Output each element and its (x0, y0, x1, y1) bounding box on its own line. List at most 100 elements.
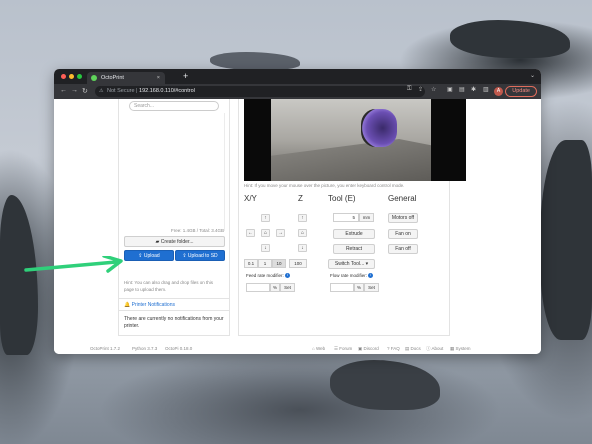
share-icon[interactable]: ⇪ (418, 86, 423, 93)
info-icon[interactable]: i (368, 273, 374, 279)
footer-link-forum[interactable]: ☰ Forum (334, 346, 352, 352)
info-icon[interactable]: i (285, 273, 291, 279)
octoprint-favicon-icon (91, 75, 97, 81)
feed-rate-label: Feed rate modifier: i (246, 273, 291, 279)
url-separator: | (136, 88, 138, 94)
jog-x-plus-button[interactable]: → (276, 229, 285, 237)
footer-link-faq[interactable]: ? FAQ (387, 346, 400, 351)
url-security-label: Not Secure (107, 88, 135, 94)
key-icon[interactable]: ⚿ (407, 86, 412, 93)
fan-off-button[interactable]: Fan off (388, 244, 418, 254)
flow-rate-input[interactable] (330, 283, 354, 292)
bell-icon: 🔔 (124, 302, 132, 308)
footer-link-about[interactable]: ⓘ About (426, 346, 443, 352)
tab-search-chevron-icon[interactable]: ⌄ (530, 72, 535, 79)
back-icon[interactable]: ← (60, 87, 67, 94)
star-icon[interactable]: ☆ (431, 86, 436, 93)
extension-icon[interactable]: ▤ (459, 86, 465, 93)
print-bed-image (271, 139, 431, 181)
upload-button[interactable]: ⇪ Upload (124, 250, 174, 261)
storage-free-total: Free: 1.4GB / Total: 3.4GB (171, 228, 224, 233)
profile-avatar[interactable]: A (494, 87, 503, 96)
feed-rate-set-button[interactable]: Set (280, 283, 295, 292)
create-folder-button[interactable]: ▰ Create folder... (124, 236, 225, 247)
control-panel: Hint: If you move your mouse over the pi… (238, 99, 466, 336)
browser-toolbar: ← → ↻ ⚠ Not Secure | 192.168.0.110/#cont… (54, 84, 541, 99)
extrude-amount-input[interactable]: 5 (333, 213, 359, 222)
jog-y-plus-button[interactable]: ↑ (261, 214, 270, 222)
octoprint-page: Search... Free: 1.4GB / Total: 3.4GB ▰ C… (54, 99, 541, 354)
update-button[interactable]: Update (505, 86, 537, 97)
background-rock (540, 140, 592, 340)
notifications-message: There are currently no notifications fro… (124, 316, 224, 329)
filament-spool-image (361, 109, 397, 147)
home-z-button[interactable]: ⌂ (298, 229, 307, 237)
motors-off-button[interactable]: Motors off (388, 213, 418, 223)
step-size-button[interactable]: 10 (272, 259, 286, 268)
background-rock (210, 52, 300, 70)
xy-title: X/Y (244, 194, 257, 203)
minimize-window-button[interactable] (69, 74, 74, 79)
step-size-button[interactable]: 0.1 (244, 259, 258, 268)
webcam-hint: Hint: If you move your mouse over the pi… (244, 183, 405, 188)
jog-y-minus-button[interactable]: ↓ (261, 244, 270, 252)
background-rock (330, 360, 440, 410)
jog-x-minus-button[interactable]: ← (246, 229, 255, 237)
warning-icon: ⚠ (99, 88, 104, 94)
switch-tool-label: Switch Tool... (334, 261, 365, 267)
percent-unit: % (270, 283, 280, 292)
tab-close-icon[interactable]: × (157, 72, 160, 84)
home-xy-button[interactable]: ⌂ (261, 229, 270, 237)
printer-notifications-header[interactable]: 🔔 Printer Notifications (119, 298, 230, 311)
octoprint-version: OctoPrint 1.7.2 (90, 346, 121, 351)
feed-rate-input[interactable] (246, 283, 270, 292)
maximize-window-button[interactable] (77, 74, 82, 79)
notifications-title: Printer Notifications (131, 302, 175, 308)
files-sidebar: Search... Free: 1.4GB / Total: 3.4GB ▰ C… (118, 99, 230, 336)
new-tab-button[interactable]: + (183, 71, 188, 81)
create-folder-label: Create folder... (160, 239, 194, 245)
browser-tab[interactable]: OctoPrint × (87, 72, 165, 84)
upload-label: Upload (143, 253, 160, 259)
fan-on-button[interactable]: Fan on (388, 229, 418, 239)
tab-bar: OctoPrint × + ⌄ (54, 69, 541, 84)
upload-to-sd-button[interactable]: ⇪ Upload to SD (175, 250, 225, 261)
puzzle-icon[interactable]: ✱ (471, 86, 476, 93)
webcam-image (271, 99, 431, 181)
flow-rate-label: Flow rate modifier: i (330, 273, 374, 279)
retract-button[interactable]: Retract (333, 244, 375, 254)
upload-hint: Hint: You can also drag and drop files o… (124, 280, 214, 292)
step-size-button[interactable]: 1 (258, 259, 272, 268)
tool-title: Tool (E) (328, 194, 356, 203)
browser-window: OctoPrint × + ⌄ ← → ↻ ⚠ Not Secure | 192… (54, 69, 541, 354)
reload-icon[interactable]: ↻ (82, 87, 88, 95)
jog-z-minus-button[interactable]: ↓ (298, 244, 307, 252)
general-title: General (388, 194, 417, 203)
z-title: Z (298, 194, 303, 203)
file-list[interactable] (123, 113, 225, 231)
flow-rate-set-button[interactable]: Set (364, 283, 379, 292)
footer-link-system[interactable]: ▦ System (450, 346, 471, 352)
address-bar[interactable]: ⚠ Not Secure | 192.168.0.110/#control (95, 86, 425, 97)
extrude-button[interactable]: Extrude (333, 229, 375, 239)
switch-tool-dropdown[interactable]: Switch Tool... ▾ (328, 259, 375, 269)
extrude-unit: mm (359, 213, 374, 222)
extension-icon[interactable]: ▣ (447, 86, 453, 93)
background-rock (450, 20, 570, 58)
footer-link-web[interactable]: ⌂ Web (312, 346, 325, 351)
close-window-button[interactable] (61, 74, 66, 79)
webcam-stream[interactable] (244, 99, 466, 181)
url-text: 192.168.0.110/#control (139, 88, 195, 94)
footer-link-docs[interactable]: ▤ Docs (405, 346, 421, 352)
annotation-arrow-icon (24, 256, 123, 273)
jog-z-plus-button[interactable]: ↑ (298, 214, 307, 222)
percent-unit: % (354, 283, 364, 292)
file-search-input[interactable]: Search... (129, 101, 219, 111)
tab-title: OctoPrint (101, 75, 124, 81)
sidebar-icon[interactable]: ▥ (483, 86, 489, 93)
forward-icon[interactable]: → (71, 87, 78, 94)
page-footer: OctoPrint 1.7.2 Python 3.7.3 OctoPi 0.18… (54, 343, 541, 354)
upload-sd-label: Upload to SD (187, 253, 218, 259)
step-size-button[interactable]: 100 (289, 259, 307, 268)
footer-link-discord[interactable]: ▣ Discord (358, 346, 379, 352)
